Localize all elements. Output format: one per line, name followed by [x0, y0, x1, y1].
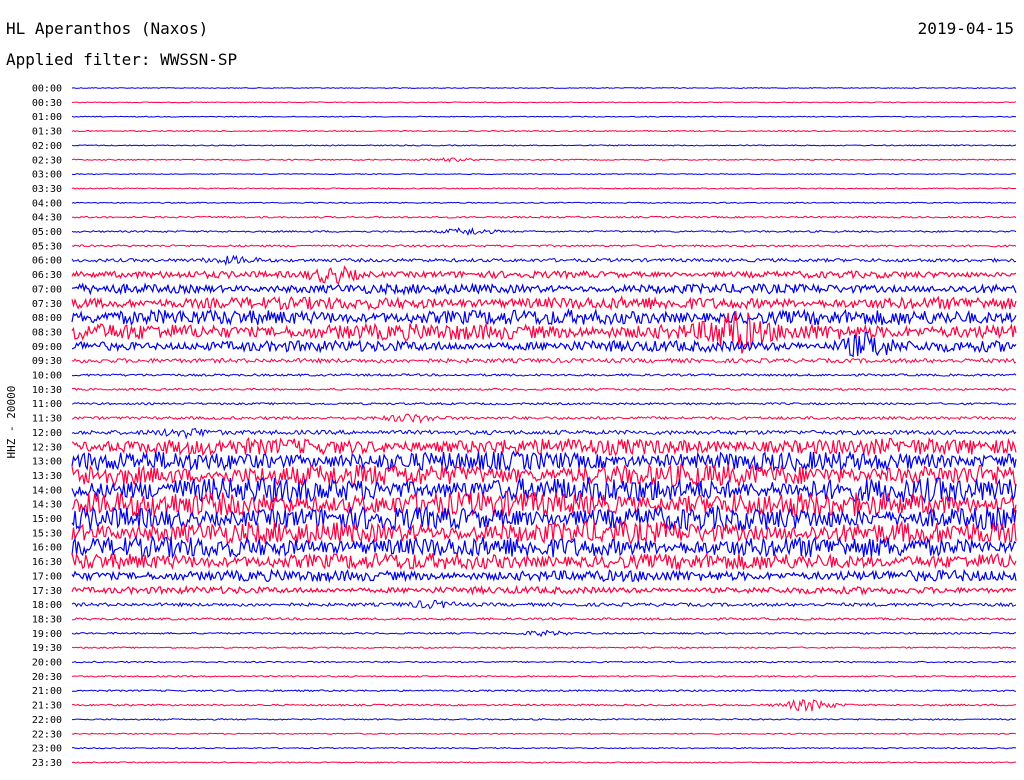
row-time-label: 04:30 — [32, 213, 62, 224]
trace-line — [71, 552, 1017, 571]
trace-line — [71, 254, 1017, 267]
row-time-label: 19:00 — [32, 629, 62, 640]
row-time-label: 10:00 — [32, 371, 62, 382]
row-time-label: 07:00 — [32, 284, 62, 295]
trace-line — [71, 357, 1017, 365]
row-time-label: 20:30 — [32, 672, 62, 683]
row-time-label: 02:30 — [32, 155, 62, 166]
trace-line — [71, 187, 1016, 190]
trace-line — [71, 477, 1017, 505]
row-time-label: 15:30 — [32, 528, 62, 539]
trace-line — [71, 436, 1017, 457]
row-time-label: 06:00 — [32, 256, 62, 267]
trace-line — [71, 294, 1017, 312]
row-time-label: 04:00 — [32, 198, 62, 209]
row-time-label: 11:30 — [32, 414, 62, 425]
trace-line — [71, 265, 1017, 285]
row-time-label: 10:30 — [32, 385, 62, 396]
trace-line — [71, 201, 1017, 204]
trace-line — [71, 732, 1017, 735]
row-time-label: 12:00 — [32, 428, 62, 439]
row-time-label: 08:30 — [32, 327, 62, 338]
row-time-label: 01:30 — [32, 127, 62, 138]
trace-line — [71, 227, 1017, 237]
row-time-label: 03:30 — [32, 184, 62, 195]
trace-line — [71, 115, 1017, 118]
row-time-label: 16:30 — [32, 557, 62, 568]
row-time-label: 09:00 — [32, 342, 62, 353]
trace-line — [71, 101, 1017, 104]
trace-line — [72, 660, 1017, 664]
row-time-label: 12:30 — [32, 442, 62, 453]
trace-line — [71, 173, 1017, 176]
trace-line — [72, 746, 1017, 750]
row-time-label: 16:00 — [32, 543, 62, 554]
trace-line — [71, 646, 1017, 649]
trace-line — [71, 568, 1017, 584]
row-time-label: 05:00 — [32, 227, 62, 238]
row-time-label: 00:00 — [32, 84, 62, 95]
row-time-label: 11:00 — [32, 399, 62, 410]
trace-line — [71, 282, 1017, 296]
row-time-label: 21:30 — [32, 701, 62, 712]
trace-line — [71, 157, 1017, 163]
row-time-label: 15:00 — [32, 514, 62, 525]
trace-line — [71, 698, 1017, 713]
row-time-label: 18:00 — [32, 600, 62, 611]
trace-line — [71, 689, 1017, 693]
trace-line — [71, 584, 1017, 596]
row-time-label: 13:30 — [32, 471, 62, 482]
row-time-label: 14:00 — [32, 485, 62, 496]
row-time-label: 23:30 — [32, 758, 62, 769]
trace-line — [71, 144, 1017, 147]
trace-line — [71, 401, 1017, 406]
seismogram-canvas: HL Aperanthos (Naxos) 2019-04-15 Applied… — [0, 0, 1024, 780]
row-time-label: 21:00 — [32, 686, 62, 697]
trace-line — [71, 427, 1017, 440]
trace-line — [71, 675, 1017, 678]
trace-line — [71, 129, 1017, 133]
trace-line — [71, 520, 1017, 546]
trace-line — [71, 215, 1017, 219]
trace-line — [71, 450, 1017, 473]
row-time-label: 07:30 — [32, 299, 62, 310]
trace-line — [71, 617, 1017, 621]
row-time-label: 22:30 — [32, 729, 62, 740]
row-time-label: 05:30 — [32, 241, 62, 252]
row-time-label: 02:00 — [32, 141, 62, 152]
row-time-label: 08:00 — [32, 313, 62, 324]
row-time-label: 19:30 — [32, 643, 62, 654]
trace-line — [71, 387, 1017, 392]
row-time-label: 03:00 — [32, 170, 62, 181]
row-time-label: 20:00 — [32, 658, 62, 669]
trace-line — [71, 718, 1017, 721]
trace-line — [71, 629, 1017, 638]
helicorder-plot: 00:00 00:30 01:00 01:30 02:00 02:30 03:00 03:30… — [32, 84, 1017, 769]
row-time-label: 23:00 — [32, 744, 62, 755]
trace-line — [71, 307, 1017, 326]
row-time-label: 00:30 — [32, 98, 62, 109]
trace-line — [71, 373, 1017, 377]
row-time-label: 22:00 — [32, 715, 62, 726]
trace-line — [71, 413, 1017, 424]
trace-line — [71, 244, 1017, 248]
row-time-label: 14:30 — [32, 500, 62, 511]
trace-line — [71, 761, 1016, 764]
row-time-label: 18:30 — [32, 614, 62, 625]
trace-line — [71, 87, 1017, 89]
row-time-label: 17:00 — [32, 571, 62, 582]
row-time-label: 17:30 — [32, 586, 62, 597]
row-time-label: 01:00 — [32, 112, 62, 123]
trace-line — [71, 599, 1017, 610]
row-time-label: 06:30 — [32, 270, 62, 281]
row-time-label: 13:00 — [32, 457, 62, 468]
row-time-label: 09:30 — [32, 356, 62, 367]
